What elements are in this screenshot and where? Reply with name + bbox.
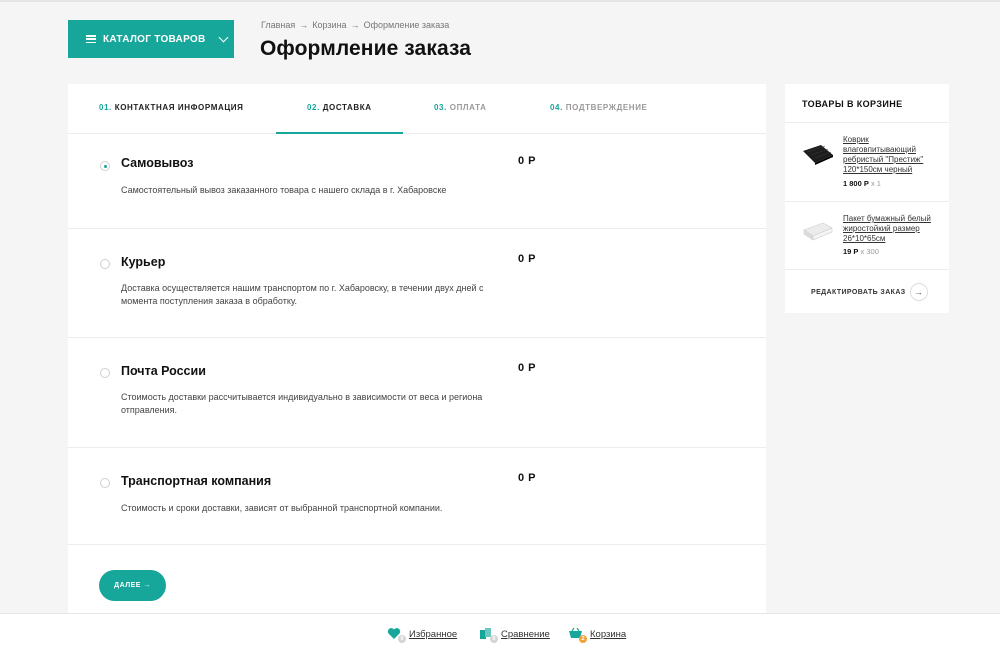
- cart-item-price: 19 Р x 300: [843, 247, 879, 256]
- favorites-label: Избранное: [409, 628, 458, 640]
- step-payment[interactable]: 03. ОПЛАТА: [434, 103, 486, 112]
- menu-icon: [86, 35, 96, 43]
- footer-bar: 0 Избранное 0 Сравнение 2 Корзина: [0, 613, 1000, 650]
- delivery-option-title: Курьер: [121, 255, 166, 269]
- page-title: Оформление заказа: [260, 37, 472, 60]
- delivery-radio-transport[interactable]: [100, 478, 110, 488]
- delivery-option-price: 0 Р: [518, 362, 537, 374]
- compare-label: Сравнение: [501, 628, 550, 640]
- cart-summary-title: ТОВАРЫ В КОРЗИНЕ: [785, 84, 949, 123]
- delivery-option-title: Почта России: [121, 364, 206, 378]
- product-thumbnail[interactable]: [801, 218, 835, 244]
- cart-item-qty: x 1: [870, 179, 881, 188]
- breadcrumb-home[interactable]: Главная: [261, 20, 295, 30]
- delivery-option-description: Доставка осуществляется нашим транспорто…: [121, 283, 484, 306]
- delivery-radio-post[interactable]: [100, 368, 110, 378]
- heart-icon: 0: [387, 627, 406, 643]
- delivery-option-description: Самостоятельный вывоз заказанного товара…: [121, 185, 447, 195]
- edit-order-link[interactable]: РЕДАКТИРОВАТЬ ЗАКАЗ →: [811, 283, 928, 301]
- step-confirmation[interactable]: 04. ПОДТВЕРЖДЕНИЕ: [550, 103, 647, 112]
- breadcrumb-cart[interactable]: Корзина: [312, 20, 346, 30]
- step-contact-info[interactable]: 01. КОНТАКТНАЯ ИНФОРМАЦИЯ: [99, 103, 243, 112]
- delivery-option-courier[interactable]: Курьер 0 Р Доставка осуществляется нашим…: [68, 229, 766, 338]
- catalog-button[interactable]: КАТАЛОГ ТОВАРОВ: [68, 20, 234, 58]
- arrow-right-icon: →: [909, 283, 928, 301]
- delivery-option-transport[interactable]: Транспортная компания 0 Р Стоимость и ср…: [68, 448, 766, 545]
- delivery-option-post[interactable]: Почта России 0 Р Стоимость доставки расс…: [68, 338, 766, 448]
- delivery-option-description: Стоимость и сроки доставки, зависят от в…: [121, 503, 443, 513]
- cart-item-name[interactable]: Коврик влаговпитывающий ребристый "Прест…: [843, 135, 935, 175]
- compare-count: 0: [490, 635, 498, 643]
- delivery-option-title: Самовывоз: [121, 156, 194, 170]
- delivery-option-price: 0 Р: [518, 253, 537, 265]
- cart-label: Корзина: [590, 628, 627, 640]
- cart-count: 2: [579, 635, 587, 643]
- cart-item-qty: x 300: [860, 247, 879, 256]
- cart-item: Коврик влаговпитывающий ребристый "Прест…: [785, 123, 949, 202]
- cart-link[interactable]: 2 Корзина: [568, 627, 627, 643]
- breadcrumb-separator: →: [299, 20, 309, 30]
- delivery-option-pickup[interactable]: Самовывоз 0 Р Самостоятельный вывоз зака…: [68, 134, 766, 229]
- next-button[interactable]: ДАЛЕЕ →: [99, 570, 166, 601]
- product-thumbnail[interactable]: [801, 141, 835, 167]
- cart-item-price: 1 800 Р x 1: [843, 179, 881, 188]
- delivery-option-description: Стоимость доставки рассчитывается индиви…: [121, 392, 483, 415]
- chevron-down-icon: [218, 32, 228, 42]
- breadcrumb-separator: →: [350, 20, 360, 30]
- delivery-option-price: 0 Р: [518, 472, 537, 484]
- cart-item: Пакет бумажный белый жиростойкий размер …: [785, 202, 949, 270]
- checkout-panel: 01. КОНТАКТНАЯ ИНФОРМАЦИЯ 02. ДОСТАВКА 0…: [68, 84, 766, 614]
- compare-icon: 0: [479, 627, 498, 643]
- delivery-option-price: 0 Р: [518, 155, 537, 167]
- favorites-count: 0: [398, 635, 406, 643]
- breadcrumb-current: Оформление заказа: [363, 20, 450, 30]
- favorites-link[interactable]: 0 Избранное: [387, 627, 458, 643]
- basket-icon: 2: [568, 627, 587, 643]
- delivery-radio-courier[interactable]: [100, 259, 110, 269]
- cart-summary: ТОВАРЫ В КОРЗИНЕ Коврик влаговпитывающий…: [785, 84, 949, 313]
- breadcrumb: Главная → Корзина → Оформление заказа: [261, 20, 449, 30]
- catalog-button-label: КАТАЛОГ ТОВАРОВ: [103, 33, 206, 45]
- delivery-radio-pickup[interactable]: [100, 161, 110, 171]
- step-delivery[interactable]: 02. ДОСТАВКА: [307, 103, 372, 112]
- compare-link[interactable]: 0 Сравнение: [479, 627, 550, 643]
- cart-item-name[interactable]: Пакет бумажный белый жиростойкий размер …: [843, 214, 935, 244]
- checkout-steps: 01. КОНТАКТНАЯ ИНФОРМАЦИЯ 02. ДОСТАВКА 0…: [68, 84, 766, 134]
- delivery-option-title: Транспортная компания: [121, 474, 272, 488]
